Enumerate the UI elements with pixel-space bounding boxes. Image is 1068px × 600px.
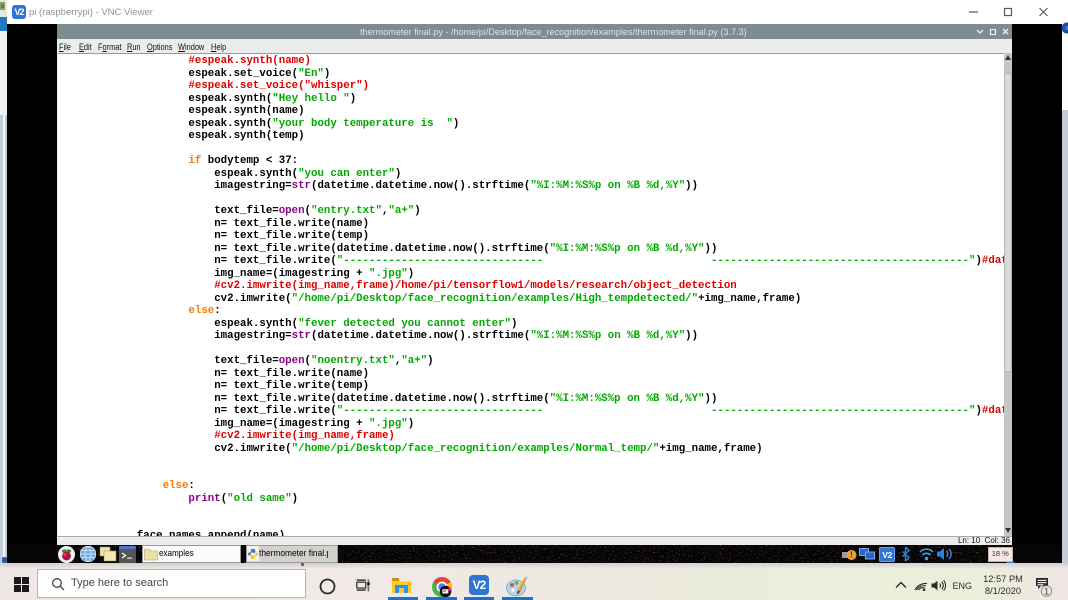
svg-text:!: ! bbox=[850, 551, 853, 560]
svg-text:1: 1 bbox=[1044, 587, 1049, 597]
